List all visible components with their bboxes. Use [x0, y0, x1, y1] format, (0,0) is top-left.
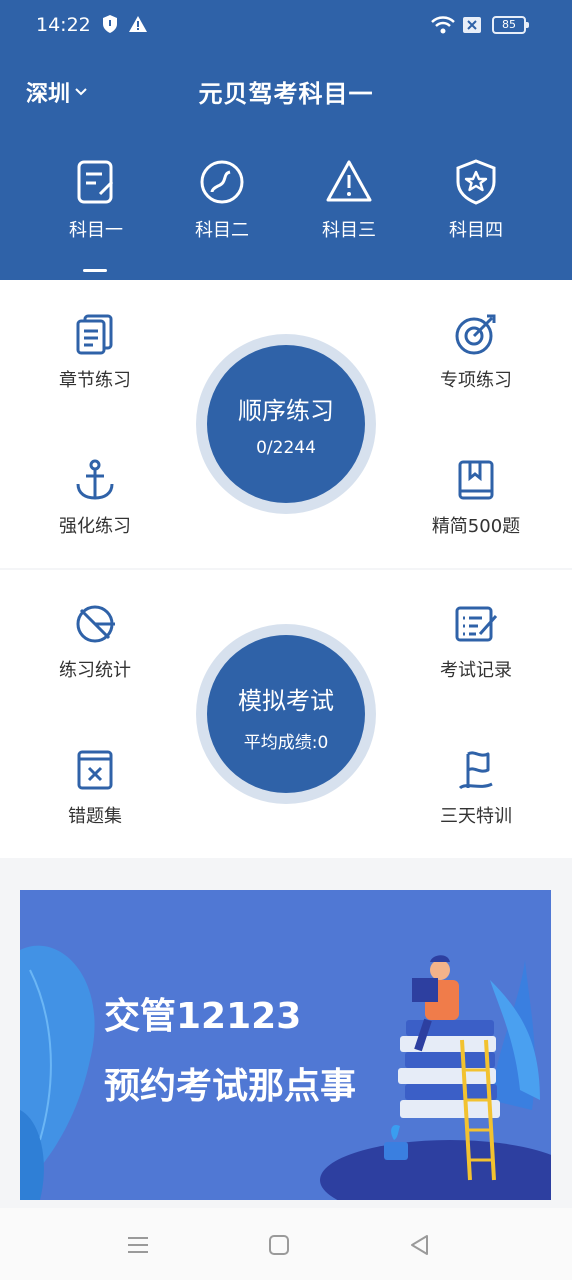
shield-status-icon [103, 15, 117, 33]
mock-exam-button[interactable]: 模拟考试 平均成绩:0 [207, 635, 365, 793]
sequential-practice-progress: 0/2244 [256, 438, 316, 458]
chapter-practice-label: 章节练习 [59, 370, 131, 391]
mock-exam-title: 模拟考试 [238, 687, 334, 715]
sequential-practice-button[interactable]: 顺序练习 0/2244 [207, 345, 365, 503]
tab-subject-3[interactable]: 科目三 [299, 156, 399, 242]
page-title: 元贝驾考科目一 [198, 80, 374, 108]
home-icon[interactable] [266, 1232, 292, 1258]
selected-500-label: 精简500题 [431, 516, 521, 537]
intensive-practice-label: 强化练习 [59, 516, 131, 537]
status-bar: 14:22 85 [0, 0, 572, 52]
book-icon [458, 460, 494, 500]
steering-icon [200, 160, 244, 204]
exam-records-button[interactable]: 考试记录 [411, 602, 541, 682]
three-day-training-button[interactable]: 三天特训 [411, 748, 541, 828]
edit-icon [77, 160, 114, 204]
chapter-practice-button[interactable]: 章节练习 [30, 312, 160, 392]
anchor-icon [76, 459, 114, 500]
alert-status-icon [129, 16, 147, 32]
wrong-book-icon [77, 750, 113, 790]
tab-subject-1[interactable]: 科目一 [46, 156, 146, 242]
mistakes-button[interactable]: 错题集 [30, 748, 160, 828]
tab-label: 科目四 [449, 220, 503, 241]
special-practice-button[interactable]: 专项练习 [411, 312, 541, 392]
record-icon [455, 606, 498, 642]
mistakes-label: 错题集 [68, 806, 122, 827]
promo-banner[interactable]: 交管12123 预约考试那点事 [20, 890, 551, 1200]
document-icon [76, 314, 113, 355]
selected-500-button[interactable]: 精简500题 [411, 458, 541, 538]
practice-stats-button[interactable]: 练习统计 [30, 602, 160, 682]
tab-subject-4[interactable]: 科目四 [426, 156, 526, 242]
warning-icon [326, 160, 372, 202]
special-practice-label: 专项练习 [440, 370, 512, 391]
tab-label: 科目二 [195, 220, 249, 241]
status-time: 14:22 [36, 14, 91, 36]
tab-label: 科目一 [69, 220, 123, 241]
shield-star-icon [456, 159, 496, 205]
sequential-practice-ring: 顺序练习 0/2244 [196, 334, 376, 514]
exam-panel: 练习统计 考试记录 错题集 三天特训 模拟考试 平均成绩:0 [0, 570, 572, 858]
battery-indicator: 85 [492, 16, 529, 34]
tab-active-indicator [83, 269, 107, 272]
three-day-training-label: 三天特训 [440, 806, 512, 827]
practice-stats-label: 练习统计 [59, 660, 131, 681]
practice-panel: 章节练习 专项练习 强化练习 精简500题 顺序练习 0/2244 [0, 280, 572, 568]
tab-subject-2[interactable]: 科目二 [172, 156, 272, 242]
exam-records-label: 考试记录 [440, 660, 512, 681]
target-icon [455, 314, 496, 355]
mock-exam-ring: 模拟考试 平均成绩:0 [196, 624, 376, 804]
banner-line-1: 交管12123 [104, 996, 302, 1037]
header: 14:22 85 深圳 元贝驾考科目一 科目一 科目二 科目三 科目四 [0, 0, 572, 280]
banner-line-2: 预约考试那点事 [104, 1066, 357, 1107]
banner-illustration [20, 945, 551, 1200]
stats-icon [76, 605, 115, 643]
menu-icon[interactable] [125, 1232, 151, 1258]
sim-off-icon [463, 17, 481, 33]
wifi-icon [431, 16, 455, 34]
system-nav-bar [0, 1208, 572, 1280]
sequential-practice-title: 顺序练习 [238, 397, 334, 425]
subject-tabs: 科目一 科目二 科目三 科目四 [0, 156, 572, 276]
mock-exam-score: 平均成绩:0 [243, 733, 329, 753]
flag-icon [458, 751, 493, 790]
intensive-practice-button[interactable]: 强化练习 [30, 458, 160, 538]
back-icon[interactable] [407, 1232, 433, 1258]
tab-label: 科目三 [322, 220, 376, 241]
